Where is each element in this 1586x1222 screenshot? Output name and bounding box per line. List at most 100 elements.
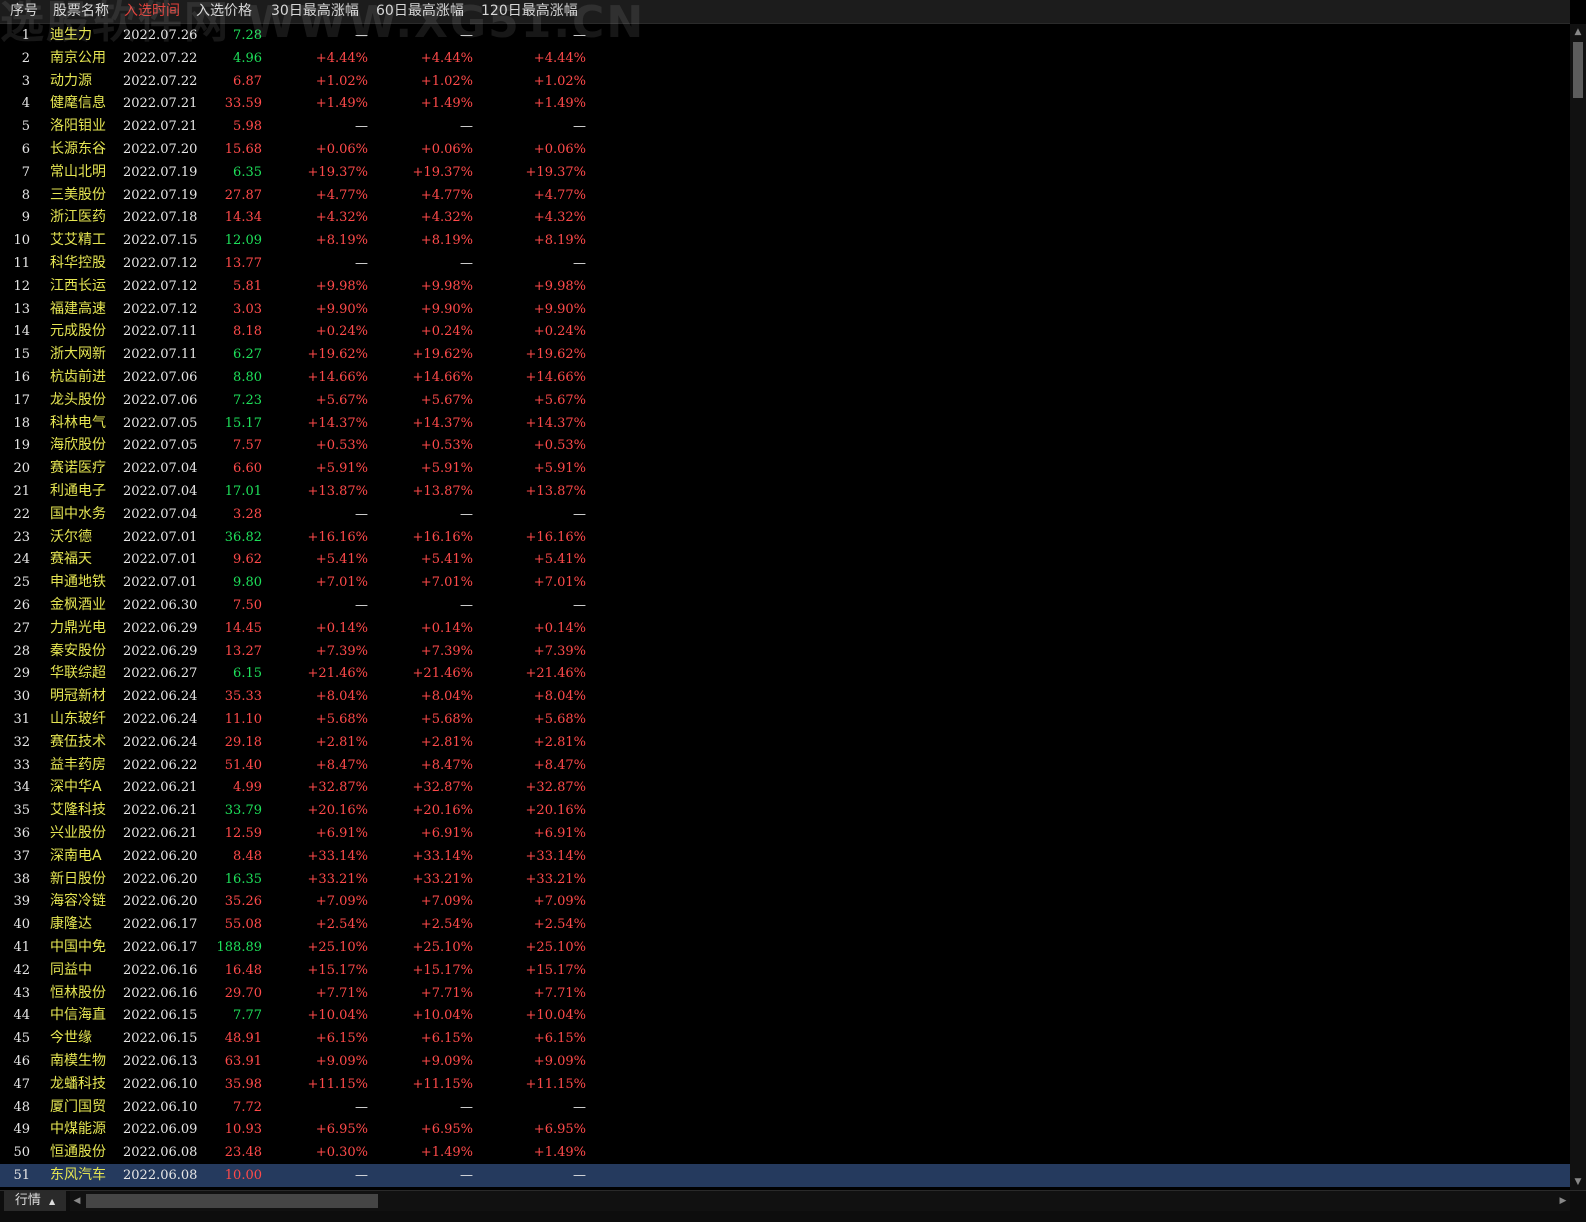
- header-stock-name[interactable]: 股票名称: [53, 0, 109, 23]
- row-index: 39: [13, 894, 30, 910]
- header-120d-max-gain[interactable]: 120日最高涨幅: [481, 0, 578, 23]
- stock-name: 利通电子: [50, 483, 106, 499]
- table-row[interactable]: 35 艾隆科技 2022.06.21 33.79 +20.16% +20.16% +20.1…: [0, 799, 1570, 822]
- table-row[interactable]: 33 益丰药房 2022.06.22 51.40 +8.47% +8.47% +8.47%: [0, 754, 1570, 777]
- table-row[interactable]: 12 江西长运 2022.07.12 5.81 +9.98% +9.98% +9.98%: [0, 275, 1570, 298]
- table-row[interactable]: 50 恒通股份 2022.06.08 23.48 +0.30% +1.49% +1.49%: [0, 1141, 1570, 1164]
- table-row[interactable]: 5 洛阳钼业 2022.07.21 5.98— — —: [0, 115, 1570, 138]
- gain-30d: +9.90%: [315, 301, 368, 317]
- gain-30d: +25.10%: [307, 940, 368, 955]
- table-row[interactable]: 25 申通地铁 2022.07.01 9.80 +7.01% +7.01% +7.01%: [0, 571, 1570, 594]
- table-row[interactable]: 4 健麾信息 2022.07.21 33.59 +1.49% +1.49% +1.49%: [0, 92, 1570, 115]
- tab-hangqing[interactable]: 行情 ▲: [4, 1191, 66, 1211]
- select-price: 33.59: [224, 96, 262, 112]
- select-price: 29.70: [224, 985, 262, 1001]
- stock-name: 科华控股: [50, 255, 106, 271]
- table-row[interactable]: 36 兴业股份 2022.06.21 12.59 +6.91% +6.91% +6.91%: [0, 822, 1570, 845]
- header-select-price[interactable]: 入选价格: [196, 0, 252, 23]
- table-row[interactable]: 45 今世缘 2022.06.15 48.91 +6.15% +6.15% +6.15%: [0, 1027, 1570, 1050]
- table-row[interactable]: 2 南京公用 2022.07.22 4.96 +4.44% +4.44% +4.44%: [0, 47, 1570, 70]
- table-row[interactable]: 3 动力源 2022.07.22 6.87 +1.02% +1.02% +1.02%: [0, 70, 1570, 93]
- table-row[interactable]: 34 深中华A 2022.06.21 4.99 +32.87% +32.87% +32.87…: [0, 776, 1570, 799]
- table-row[interactable]: 30 明冠新材 2022.06.24 35.33 +8.04% +8.04% +8.04%: [0, 685, 1570, 708]
- gain-120d: —: [573, 506, 586, 522]
- header-index[interactable]: 序号: [10, 0, 38, 23]
- table-row[interactable]: 8 三美股份 2022.07.19 27.87 +4.77% +4.77% +4.77%: [0, 184, 1570, 207]
- stock-name: 恒通股份: [50, 1144, 106, 1161]
- table-row[interactable]: 26 金枫酒业 2022.06.30 7.50— — —: [0, 594, 1570, 617]
- scroll-left-icon[interactable]: ◀: [70, 1191, 84, 1211]
- scroll-up-icon[interactable]: ▲: [1570, 24, 1586, 40]
- table-row[interactable]: 31 山东玻纤 2022.06.24 11.10 +5.68% +5.68% +5.68%: [0, 708, 1570, 731]
- table-row[interactable]: 44 中信海直 2022.06.15 7.77 +10.04% +10.04% +10.04…: [0, 1004, 1570, 1027]
- table-row[interactable]: 1 迪生力 2022.07.26 7.28— — —: [0, 24, 1570, 47]
- table-row[interactable]: 41 中国中免 2022.06.17 188.89 +25.10% +25.10% +25.…: [0, 936, 1570, 959]
- table-row[interactable]: 38 新日股份 2022.06.20 16.35 +33.21% +33.21% +33.2…: [0, 868, 1570, 891]
- table-row[interactable]: 22 国中水务 2022.07.04 3.28— — —: [0, 503, 1570, 526]
- table-row[interactable]: 6 长源东谷 2022.07.20 15.68 +0.06% +0.06% +0.06%: [0, 138, 1570, 161]
- header-30d-max-gain[interactable]: 30日最高涨幅: [271, 0, 359, 23]
- table-row[interactable]: 47 龙蟠科技 2022.06.10 35.98 +11.15% +11.15% +11.1…: [0, 1073, 1570, 1096]
- table-row[interactable]: 17 龙头股份 2022.07.06 7.23 +5.67% +5.67% +5.67%: [0, 389, 1570, 412]
- table-row[interactable]: 42 同益中 2022.06.16 16.48 +15.17% +15.17% +15.17…: [0, 959, 1570, 982]
- table-row[interactable]: 13 福建高速 2022.07.12 3.03 +9.90% +9.90% +9.90%: [0, 298, 1570, 321]
- table-row[interactable]: 7 常山北明 2022.07.19 6.35 +19.37% +19.37% +19.37%: [0, 161, 1570, 184]
- header-60d-max-gain[interactable]: 60日最高涨幅: [376, 0, 464, 23]
- table-row[interactable]: 10 艾艾精工 2022.07.15 12.09 +8.19% +8.19% +8.19%: [0, 229, 1570, 252]
- table-row[interactable]: 14 元成股份 2022.07.11 8.18 +0.24% +0.24% +0.24%: [0, 320, 1570, 343]
- table-row[interactable]: 28 秦安股份 2022.06.29 13.27 +7.39% +7.39% +7.39%: [0, 640, 1570, 663]
- vertical-scrollbar[interactable]: ▲ ▼: [1570, 24, 1586, 1190]
- gain-30d: +1.02%: [315, 73, 368, 89]
- table-row[interactable]: 19 海欣股份 2022.07.05 7.57 +0.53% +0.53% +0.53%: [0, 434, 1570, 457]
- table-row[interactable]: 43 恒林股份 2022.06.16 29.70 +7.71% +7.71% +7.71%: [0, 982, 1570, 1005]
- table-row[interactable]: 27 力鼎光电 2022.06.29 14.45 +0.14% +0.14% +0.14%: [0, 617, 1570, 640]
- select-price: 7.50: [233, 598, 262, 613]
- gain-60d: +14.37%: [412, 415, 473, 431]
- table-row[interactable]: 24 赛福天 2022.07.01 9.62 +5.41% +5.41% +5.41%: [0, 548, 1570, 571]
- table-row[interactable]: 39 海容冷链 2022.06.20 35.26 +7.09% +7.09% +7.09%: [0, 890, 1570, 913]
- table-row[interactable]: 16 杭齿前进 2022.07.06 8.80 +14.66% +14.66% +14.66…: [0, 366, 1570, 389]
- gain-60d: +1.49%: [420, 1145, 473, 1161]
- table-row[interactable]: 21 利通电子 2022.07.04 17.01 +13.87% +13.87% +13.8…: [0, 480, 1570, 503]
- column-header: 序号 股票名称 入选时间 入选价格 30日最高涨幅 60日最高涨幅 120日最高…: [0, 0, 1570, 24]
- table-row[interactable]: 15 浙大网新 2022.07.11 6.27 +19.62% +19.62% +19.62…: [0, 343, 1570, 366]
- scroll-right-icon[interactable]: ▶: [1556, 1191, 1570, 1211]
- horizontal-scrollbar[interactable]: ◀ ▶: [70, 1191, 1570, 1211]
- scroll-down-icon[interactable]: ▼: [1570, 1174, 1586, 1190]
- row-index: 41: [13, 940, 30, 955]
- gain-60d: +5.67%: [420, 392, 473, 408]
- row-index: 2: [21, 50, 30, 66]
- gain-120d: +20.16%: [525, 803, 586, 819]
- table-row[interactable]: 11 科华控股 2022.07.12 13.77— — —: [0, 252, 1570, 275]
- table-row[interactable]: 18 科林电气 2022.07.05 15.17 +14.37% +14.37% +14.3…: [0, 412, 1570, 435]
- horizontal-scroll-thumb[interactable]: [86, 1194, 378, 1208]
- select-price: 14.34: [224, 210, 262, 226]
- stock-name: 南京公用: [50, 49, 106, 66]
- table-row[interactable]: 49 中煤能源 2022.06.09 10.93 +6.95% +6.95% +6.95%: [0, 1118, 1570, 1141]
- header-select-time[interactable]: 入选时间: [124, 0, 180, 23]
- table-row[interactable]: 37 深南电A 2022.06.20 8.48 +33.14% +33.14% +33.14…: [0, 845, 1570, 868]
- table-row[interactable]: 51 东风汽车 2022.06.08 10.00— — —: [0, 1164, 1570, 1187]
- table-row[interactable]: 29 华联综超 2022.06.27 6.15 +21.46% +21.46% +21.46…: [0, 662, 1570, 685]
- table-row[interactable]: 40 康隆达 2022.06.17 55.08 +2.54% +2.54% +2.54%: [0, 913, 1570, 936]
- gain-60d: —: [460, 1099, 473, 1115]
- gain-30d: —: [355, 506, 368, 522]
- gain-120d: +0.53%: [533, 438, 586, 454]
- gain-120d: —: [573, 598, 586, 613]
- stock-name: 海容冷链: [50, 893, 106, 910]
- table-row[interactable]: 48 厦门国贸 2022.06.10 7.72— — —: [0, 1096, 1570, 1119]
- select-price: 33.79: [224, 803, 262, 819]
- gain-60d: +32.87%: [412, 780, 473, 796]
- stock-name: 中信海直: [50, 1007, 106, 1024]
- select-price: 7.72: [233, 1099, 262, 1115]
- table-row[interactable]: 9 浙江医药 2022.07.18 14.34 +4.32% +4.32% +4.32%: [0, 206, 1570, 229]
- vertical-scroll-thumb[interactable]: [1573, 42, 1583, 98]
- select-price: 9.62: [233, 552, 262, 568]
- table-row[interactable]: 23 沃尔德 2022.07.01 36.82 +16.16% +16.16% +16.16…: [0, 526, 1570, 549]
- table-row[interactable]: 32 赛伍技术 2022.06.24 29.18 +2.81% +2.81% +2.81%: [0, 731, 1570, 754]
- row-index: 49: [13, 1122, 30, 1138]
- table-row[interactable]: 46 南模生物 2022.06.13 63.91 +9.09% +9.09% +9.09%: [0, 1050, 1570, 1073]
- table-row[interactable]: 20 赛诺医疗 2022.07.04 6.60 +5.91% +5.91% +5.91%: [0, 457, 1570, 480]
- gain-60d: +2.81%: [420, 734, 473, 750]
- select-price: 15.68: [224, 142, 262, 157]
